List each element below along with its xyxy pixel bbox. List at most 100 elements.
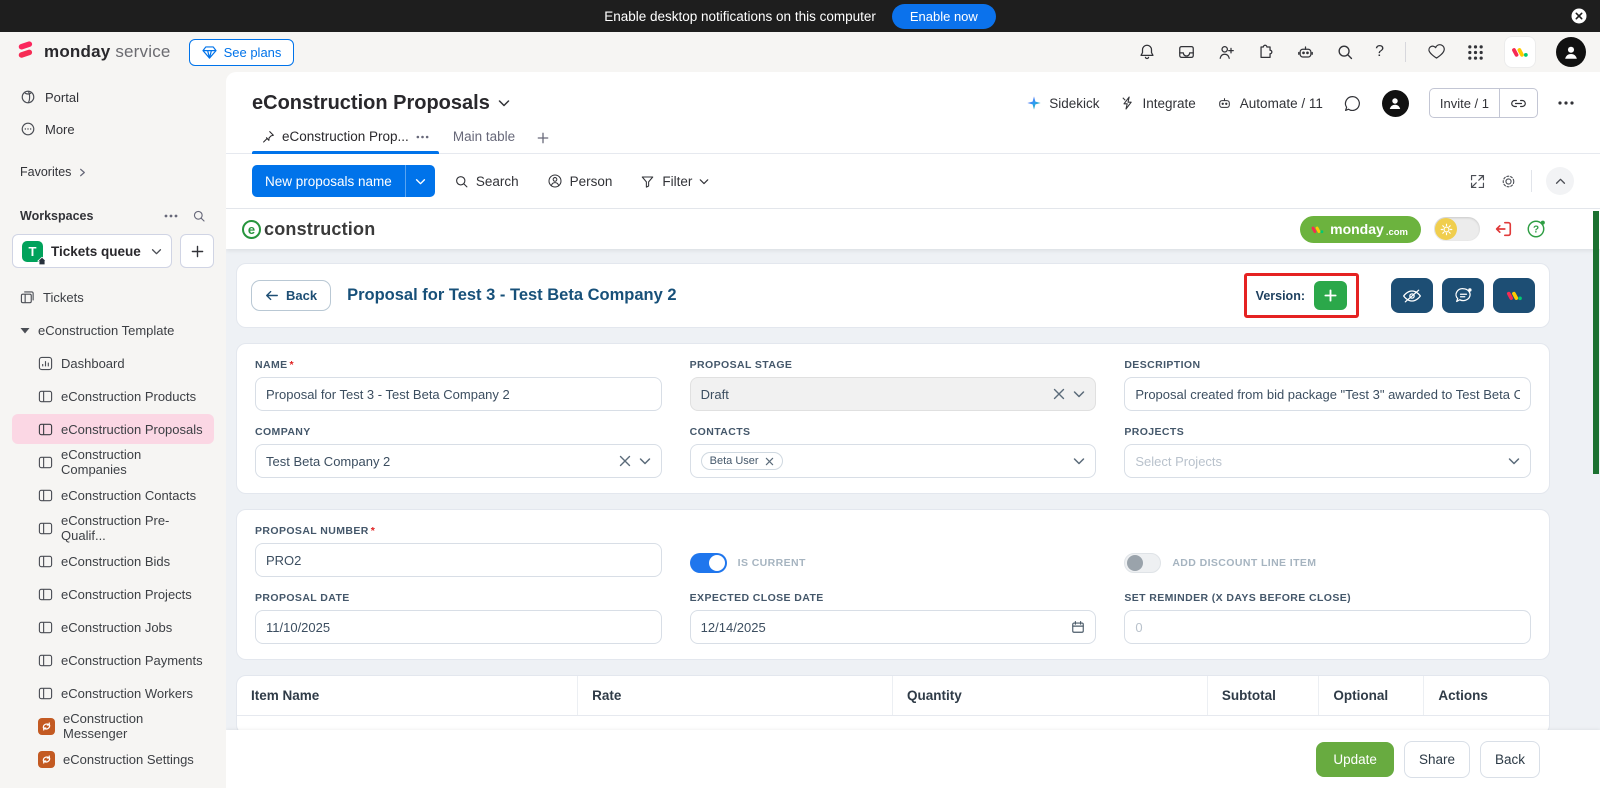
sidebar-item-econstruction-workers[interactable]: eConstruction Workers xyxy=(12,678,214,708)
clear-icon[interactable] xyxy=(619,455,631,467)
monday-link-button[interactable] xyxy=(1493,278,1535,313)
person-filter-tool[interactable]: Person xyxy=(538,167,622,195)
sidebar-item-econstruction-jobs[interactable]: eConstruction Jobs xyxy=(12,612,214,642)
sidekick-button[interactable]: Sidekick xyxy=(1026,95,1100,111)
embed-scrollbar[interactable] xyxy=(1593,211,1599,474)
integrate-button[interactable]: Integrate xyxy=(1120,95,1196,111)
favorites-header[interactable]: Favorites xyxy=(12,158,214,186)
filter-label: Filter xyxy=(662,173,693,189)
sidebar-item-econstruction-payments[interactable]: eConstruction Payments xyxy=(12,645,214,675)
filter-tool[interactable]: Filter xyxy=(631,168,718,195)
projects-input[interactable] xyxy=(1135,453,1500,469)
help-icon[interactable]: ? xyxy=(1375,43,1384,61)
contact-chip[interactable]: Beta User xyxy=(700,452,783,470)
sidebar-item-econstruction-projects[interactable]: eConstruction Projects xyxy=(12,579,214,609)
see-plans-button[interactable]: See plans xyxy=(188,38,295,66)
workspaces-menu-icon[interactable] xyxy=(164,214,178,218)
name-input-box xyxy=(255,377,662,411)
hide-preview-button[interactable] xyxy=(1391,278,1433,313)
board-settings-gear-icon[interactable] xyxy=(1500,173,1517,190)
add-view-button[interactable] xyxy=(529,126,557,153)
chevron-down-icon[interactable] xyxy=(404,165,435,197)
update-button[interactable]: Update xyxy=(1316,741,1394,777)
board-owner-avatar[interactable] xyxy=(1381,89,1409,117)
toolbar-divider xyxy=(1531,170,1532,192)
tab-main-table[interactable]: Main table xyxy=(443,123,525,153)
assistant-icon[interactable] xyxy=(1296,43,1315,61)
sidebar-item-tickets[interactable]: Tickets xyxy=(12,282,214,312)
projects-select[interactable] xyxy=(1124,444,1531,478)
share-button[interactable]: Share xyxy=(1403,740,1470,778)
add-version-button[interactable] xyxy=(1314,281,1347,310)
workspaces-search-icon[interactable] xyxy=(192,209,206,223)
collapse-header-button[interactable] xyxy=(1546,167,1574,195)
footer-back-button[interactable]: Back xyxy=(1479,740,1540,778)
logout-icon[interactable] xyxy=(1493,219,1513,239)
board-menu-icon[interactable] xyxy=(1558,101,1574,105)
chevron-down-icon[interactable] xyxy=(639,457,651,465)
proposal-number-input[interactable] xyxy=(266,552,651,568)
theme-toggle[interactable] xyxy=(1434,217,1480,241)
remove-contact-icon[interactable] xyxy=(765,457,774,466)
sidebar-item-econstruction-companies[interactable]: eConstruction Companies xyxy=(12,447,214,477)
proposal-date-input[interactable] xyxy=(266,619,651,635)
board-title-menu[interactable]: eConstruction Proposals xyxy=(252,92,510,115)
tab-menu-icon[interactable] xyxy=(416,135,429,139)
proposal-action-buttons xyxy=(1391,278,1535,313)
calendar-icon[interactable] xyxy=(1071,620,1085,634)
inbox-icon[interactable] xyxy=(1177,43,1196,61)
chevron-down-icon xyxy=(498,99,510,107)
sidebar-item-econstruction-settings[interactable]: eConstruction Settings xyxy=(12,744,214,774)
econstruction-logo-text: construction xyxy=(264,218,376,239)
clear-icon[interactable] xyxy=(1053,388,1065,400)
add-discount-toggle[interactable] xyxy=(1124,553,1162,573)
sidebar-item-econstruction-template[interactable]: eConstruction Template xyxy=(12,315,214,345)
sidebar-item-econstruction-prequalification[interactable]: eConstruction Pre-Qualif... xyxy=(12,513,214,543)
expected-close-date-input[interactable] xyxy=(700,619,1064,635)
monday-badge[interactable]: monday .com xyxy=(1300,215,1421,243)
invite-button[interactable]: Invite / 1 xyxy=(1428,88,1538,118)
sidebar-item-econstruction-contacts[interactable]: eConstruction Contacts xyxy=(12,480,214,510)
sidebar-item-label: eConstruction Payments xyxy=(61,652,203,668)
sidebar-item-dashboard[interactable]: Dashboard xyxy=(12,348,214,378)
close-icon[interactable] xyxy=(1570,7,1588,25)
workspace-selector[interactable]: T Tickets queue xyxy=(12,234,172,268)
sidebar-item-portal[interactable]: Portal xyxy=(12,82,214,112)
sidebar-item-econstruction-products[interactable]: eConstruction Products xyxy=(12,381,214,411)
chevron-down-icon[interactable] xyxy=(1073,457,1085,465)
chevron-down-icon[interactable] xyxy=(1073,390,1085,398)
board-chat-icon[interactable] xyxy=(1343,94,1362,113)
tab-econstruction-proposals-view[interactable]: eConstruction Prop... xyxy=(252,123,439,154)
sidebar-item-econstruction-proposals[interactable]: eConstruction Proposals xyxy=(12,414,214,444)
add-workspace-item-button[interactable] xyxy=(180,234,214,268)
app-help-icon[interactable]: ? xyxy=(1526,219,1546,239)
name-input[interactable] xyxy=(266,386,651,402)
chevron-down-icon[interactable] xyxy=(1508,457,1520,465)
bell-icon[interactable] xyxy=(1138,43,1156,61)
new-item-button[interactable]: New proposals name xyxy=(252,165,435,197)
monday-home-icon[interactable] xyxy=(1505,37,1535,67)
stage-select[interactable]: Draft xyxy=(689,377,1097,411)
user-avatar[interactable] xyxy=(1556,37,1586,67)
vibe-heart-icon[interactable] xyxy=(1427,43,1446,61)
is-current-toggle[interactable] xyxy=(689,553,727,573)
automate-button[interactable]: Automate / 11 xyxy=(1216,95,1323,111)
fullscreen-icon[interactable] xyxy=(1469,173,1486,190)
search-tool[interactable]: Search xyxy=(445,168,528,195)
sidebar-item-econstruction-bids[interactable]: eConstruction Bids xyxy=(12,546,214,576)
copy-link-icon[interactable] xyxy=(1499,89,1537,117)
feedback-chat-button[interactable] xyxy=(1442,278,1484,313)
reminder-input[interactable] xyxy=(1135,619,1520,635)
enable-now-button[interactable]: Enable now xyxy=(891,3,996,29)
sidebar-item-econstruction-messenger[interactable]: eConstruction Messenger xyxy=(12,711,214,741)
company-select[interactable]: Test Beta Company 2 xyxy=(255,444,662,478)
contacts-select[interactable]: Beta User xyxy=(689,444,1097,478)
sidebar-item-label: eConstruction Companies xyxy=(61,447,142,477)
apps-marketplace-icon[interactable] xyxy=(1257,43,1275,61)
sidebar-item-more[interactable]: More xyxy=(12,114,214,144)
product-switcher-icon[interactable] xyxy=(1467,44,1484,61)
back-button[interactable]: Back xyxy=(251,280,332,311)
invite-member-icon[interactable] xyxy=(1217,43,1236,61)
search-icon[interactable] xyxy=(1336,43,1354,61)
description-input[interactable] xyxy=(1135,386,1520,402)
